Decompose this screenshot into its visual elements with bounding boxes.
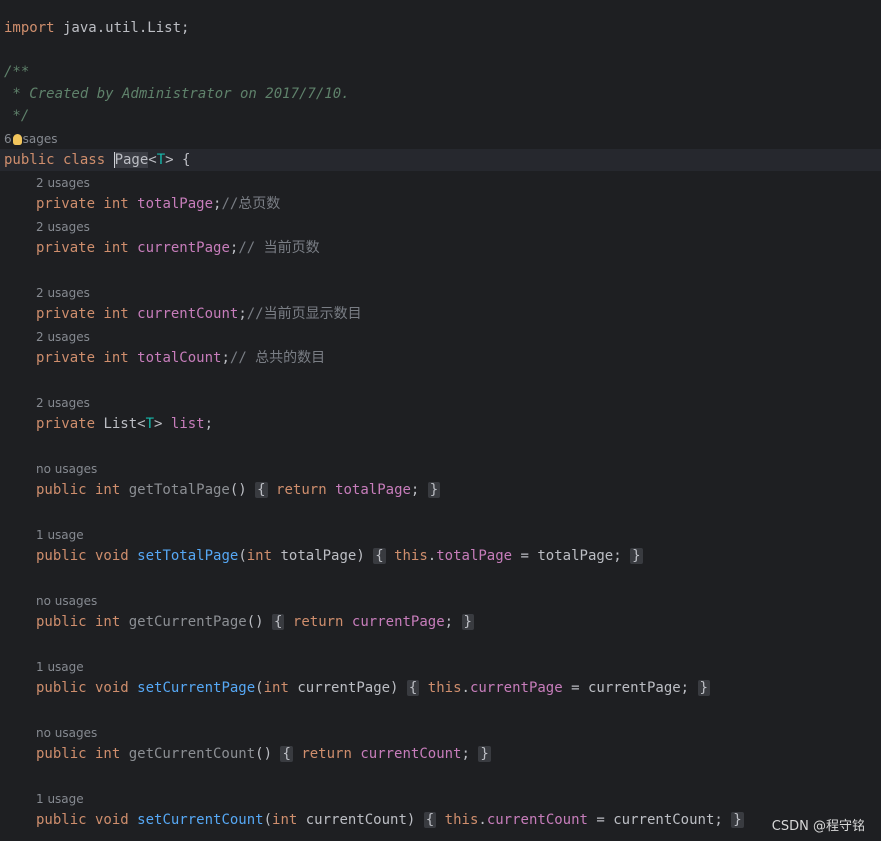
class-usages-hint[interactable]: 6 sages: [0, 130, 58, 148]
fold-close-brace[interactable]: }: [427, 482, 441, 498]
fold-open-brace[interactable]: {: [373, 548, 386, 564]
method-setter-line[interactable]: public void setTotalPage(int totalPage) …: [0, 545, 881, 567]
fold-close-brace[interactable]: }: [630, 548, 643, 564]
usages-hint[interactable]: 2 usages: [0, 218, 90, 236]
usages-hint[interactable]: 2 usages: [0, 328, 90, 346]
usages-hint[interactable]: 1 usage: [0, 790, 84, 808]
fold-open-brace[interactable]: {: [423, 812, 437, 828]
method-getter-line[interactable]: public int getCurrentPage() { return cur…: [0, 611, 881, 633]
javadoc-open[interactable]: /**: [0, 61, 881, 83]
usages-hint[interactable]: 2 usages: [0, 284, 90, 302]
field-line[interactable]: private int totalPage;//总页数: [0, 193, 881, 215]
field-line[interactable]: private List<T> list;: [0, 413, 881, 435]
import-path: java.util.List;: [54, 20, 190, 36]
comment: //总页数: [221, 196, 281, 212]
class-declaration[interactable]: public class Page<T> {: [0, 149, 881, 171]
keyword: import: [4, 20, 55, 36]
comment: // 当前页数: [238, 240, 320, 256]
comment: //当前页显示数目: [246, 306, 362, 322]
usages-hint[interactable]: 2 usages: [0, 174, 90, 192]
fold-open-brace[interactable]: {: [255, 482, 268, 498]
field-line[interactable]: private int totalCount;// 总共的数目: [0, 347, 881, 369]
usages-hint[interactable]: no usages: [0, 460, 97, 478]
javadoc-close[interactable]: */: [0, 105, 881, 127]
method-setter-line[interactable]: public void setCurrentCount(int currentC…: [0, 809, 881, 831]
lightbulb-icon[interactable]: [12, 134, 22, 145]
fold-open-brace[interactable]: {: [406, 680, 420, 696]
fold-close-brace[interactable]: }: [478, 746, 491, 762]
method-setter-line[interactable]: public void setCurrentPage(int currentPa…: [0, 677, 881, 699]
method-getter-line[interactable]: public int getCurrentCount() { return cu…: [0, 743, 881, 765]
javadoc-body[interactable]: * Created by Administrator on 2017/7/10.: [0, 83, 881, 105]
field-line[interactable]: private int currentCount;//当前页显示数目: [0, 303, 881, 325]
type-parameter: T: [156, 152, 166, 168]
fold-close-brace[interactable]: }: [731, 812, 744, 828]
usages-hint[interactable]: 2 usages: [0, 394, 90, 412]
fold-close-brace[interactable]: }: [697, 680, 710, 696]
fold-close-brace[interactable]: }: [461, 614, 474, 630]
usages-hint[interactable]: no usages: [0, 592, 97, 610]
code-editor[interactable]: import java.util.List; /** * Created by …: [0, 0, 881, 841]
fold-open-brace[interactable]: {: [272, 614, 285, 630]
fold-open-brace[interactable]: {: [280, 746, 293, 762]
method-getter-line[interactable]: public int getTotalPage() { return total…: [0, 479, 881, 501]
comment: // 总共的数目: [229, 350, 326, 366]
watermark: CSDN @程守铭: [771, 819, 865, 834]
import-line[interactable]: import java.util.List;: [0, 17, 881, 39]
usages-hint[interactable]: no usages: [0, 724, 97, 742]
usages-hint[interactable]: 1 usage: [0, 526, 84, 544]
class-name[interactable]: Page: [113, 152, 149, 168]
usages-hint[interactable]: 1 usage: [0, 658, 84, 676]
field-line[interactable]: private int currentPage;// 当前页数: [0, 237, 881, 259]
